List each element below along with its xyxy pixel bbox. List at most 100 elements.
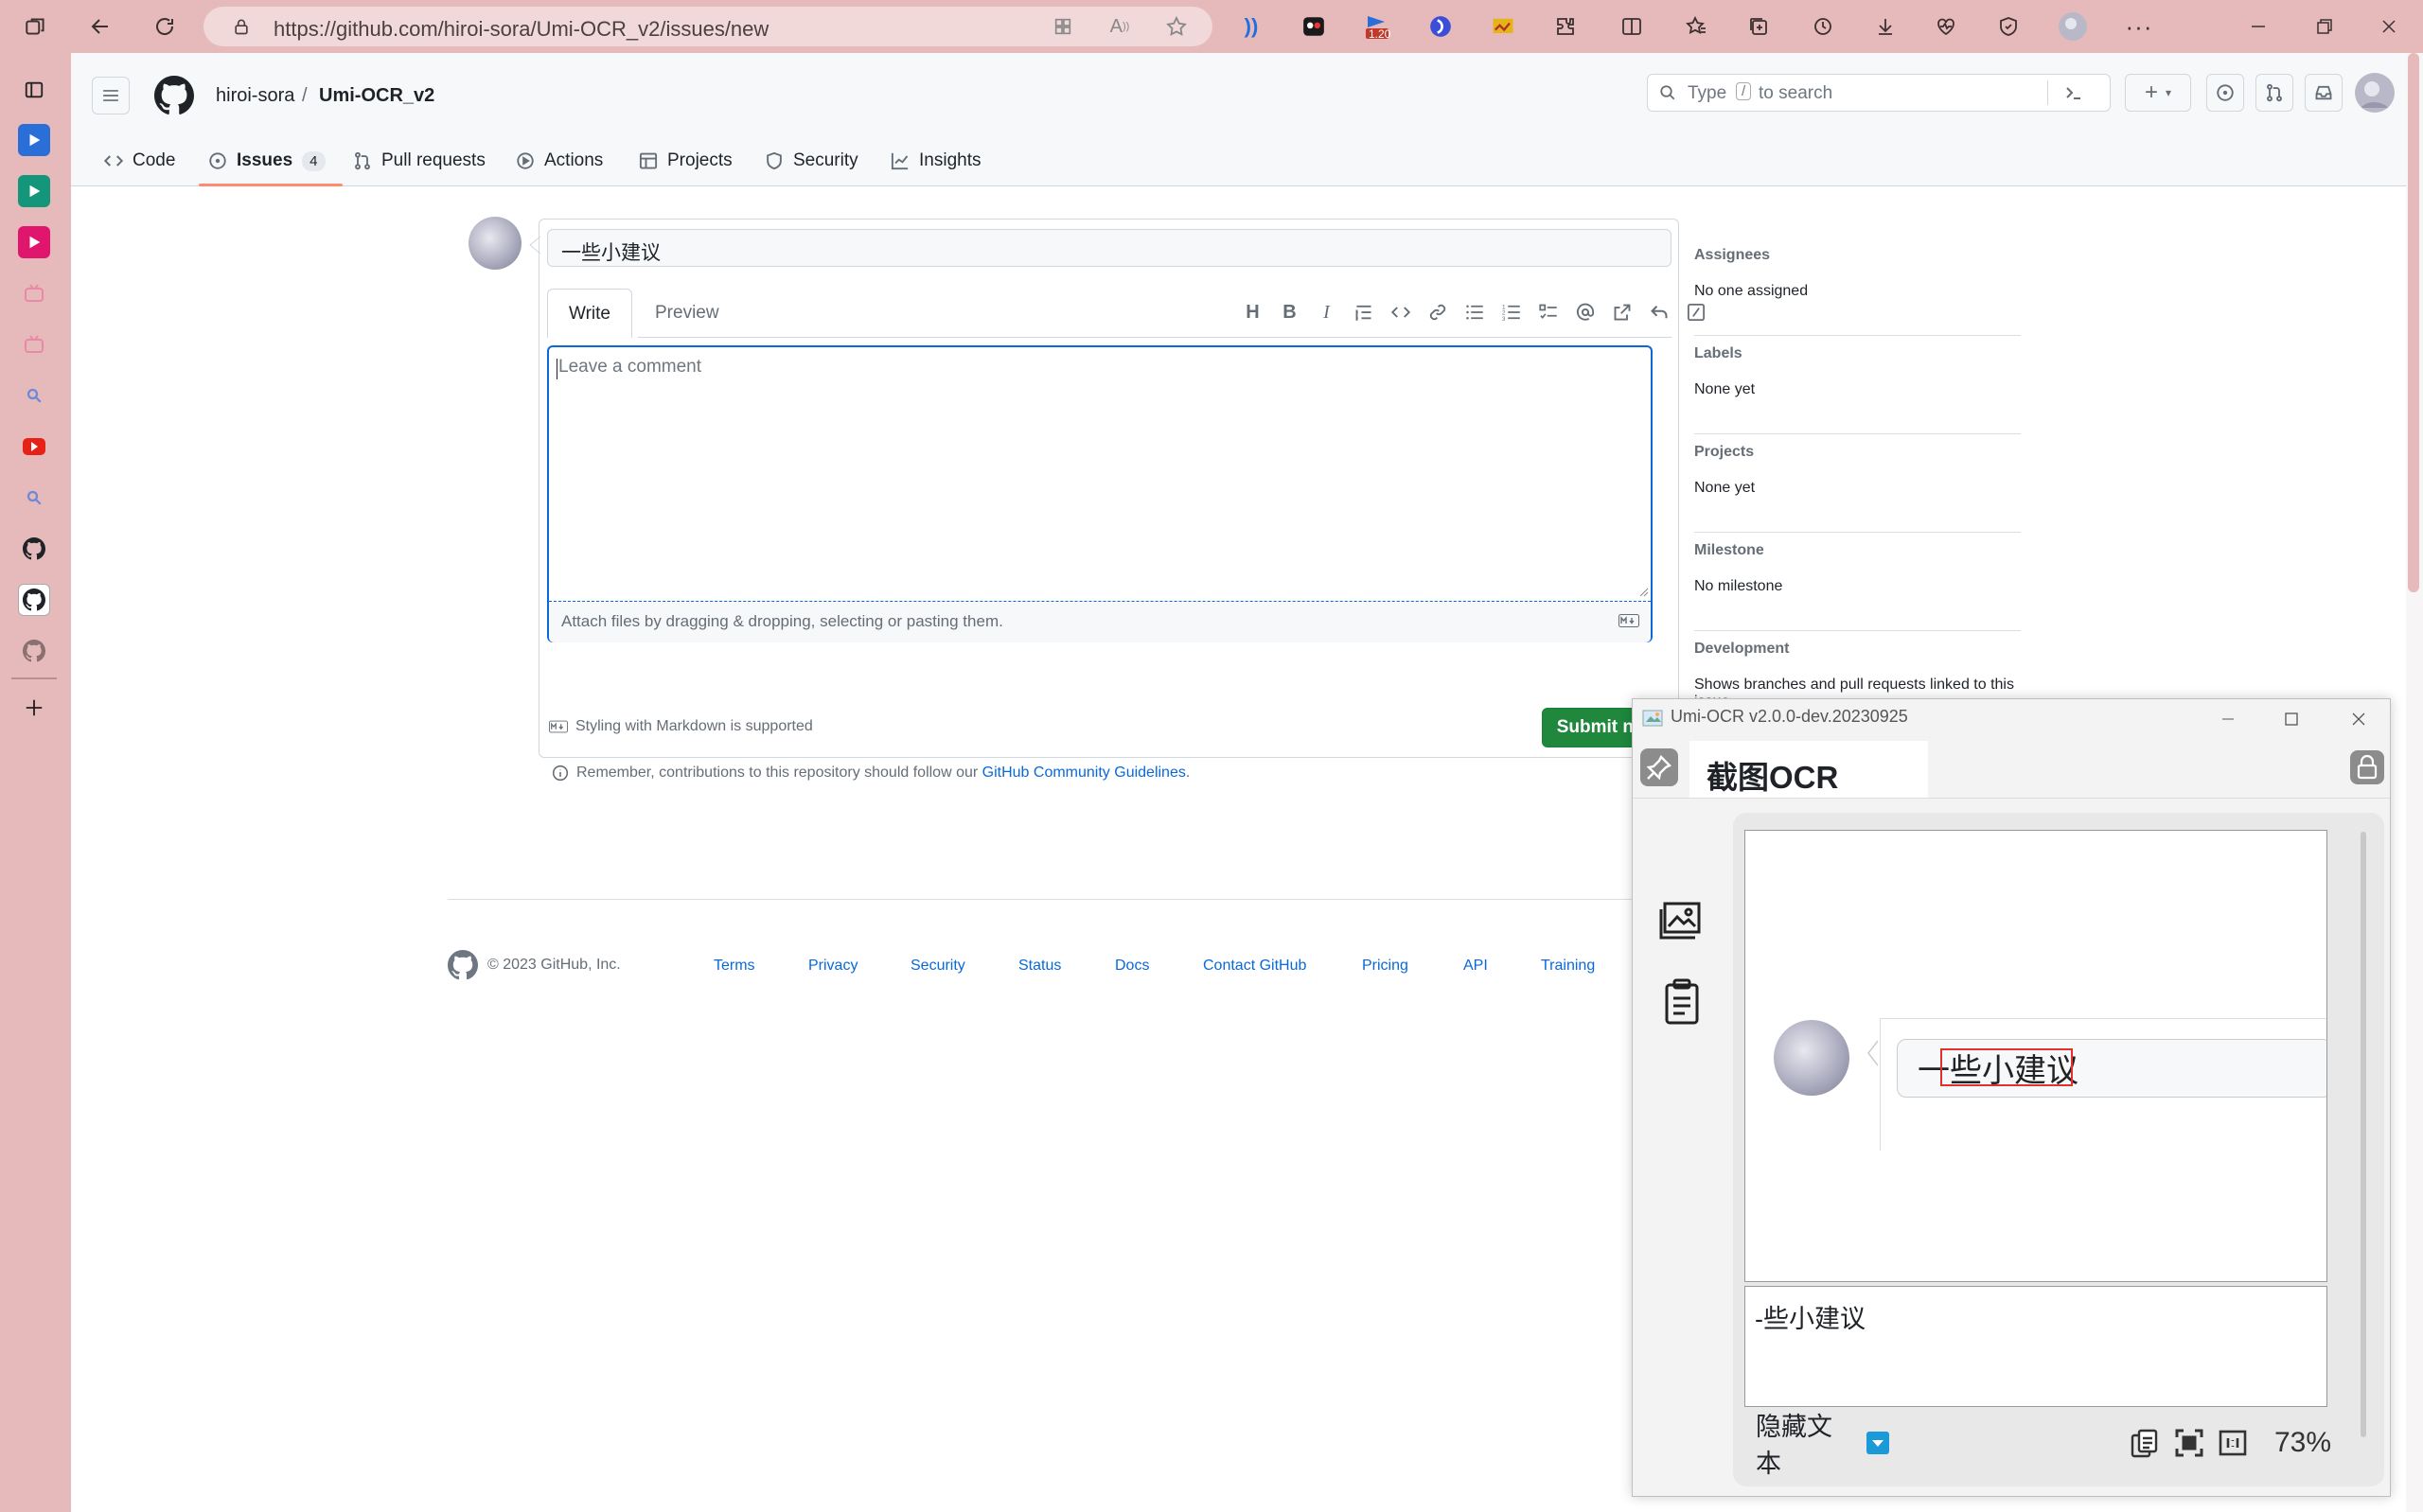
tab-pull-requests[interactable]: Pull requests	[353, 142, 486, 180]
page-scroll-strip[interactable]	[2406, 53, 2423, 1512]
profile-avatar-icon[interactable]	[2058, 11, 2088, 42]
tab-security[interactable]: Security	[765, 142, 858, 180]
tab-bilibili-icon[interactable]	[18, 277, 50, 309]
unordered-list-icon[interactable]	[1461, 299, 1487, 325]
user-avatar[interactable]	[2354, 72, 2396, 114]
italic-icon[interactable]: I	[1314, 299, 1339, 325]
footer-link-pricing[interactable]: Pricing	[1362, 958, 1408, 975]
address-bar[interactable]: https://github.com/hiroi-sora/Umi-OCR_v2…	[203, 7, 1212, 46]
tab-youtube-icon[interactable]	[18, 431, 50, 463]
minimize-icon[interactable]	[2243, 11, 2273, 42]
umi-close-icon[interactable]	[2344, 705, 2373, 733]
scrollbar-thumb[interactable]	[2408, 53, 2419, 592]
umi-maximize-icon[interactable]	[2277, 705, 2306, 733]
tab-projects[interactable]: Projects	[639, 142, 733, 180]
github-logo-icon[interactable]	[154, 76, 194, 115]
footer-link-contact[interactable]: Contact GitHub	[1203, 958, 1306, 975]
quote-icon[interactable]	[1351, 299, 1376, 325]
umi-scrollbar[interactable]	[2361, 832, 2366, 1437]
umi-minimize-icon[interactable]	[2214, 705, 2242, 733]
footer-link-terms[interactable]: Terms	[714, 958, 755, 975]
browser-essentials-icon[interactable]	[1993, 11, 2024, 42]
assignees-section[interactable]: Assignees No one assigned	[1694, 237, 2021, 336]
github-footer-logo-icon[interactable]	[448, 950, 478, 980]
task-list-icon[interactable]	[1535, 299, 1561, 325]
tab-preview[interactable]: Preview	[634, 289, 740, 338]
tab-video-green-icon[interactable]	[18, 175, 50, 207]
attach-files-area[interactable]: Attach files by dragging & dropping, sel…	[549, 601, 1651, 642]
refresh-icon[interactable]	[150, 11, 180, 42]
code-brackets-icon[interactable]	[1388, 299, 1413, 325]
new-tab-plus-icon[interactable]	[18, 692, 50, 724]
close-window-icon[interactable]	[2374, 11, 2404, 42]
extension-puzzle-yellow-icon[interactable]	[1488, 11, 1518, 42]
tab-github-active-icon[interactable]	[18, 584, 50, 616]
repo-name-link[interactable]: Umi-OCR_v2	[319, 85, 434, 107]
original-size-icon[interactable]	[2218, 1428, 2248, 1458]
search-input[interactable]: Type / to search	[1647, 74, 2111, 112]
inbox-icon[interactable]	[2305, 74, 2343, 112]
back-icon[interactable]	[85, 11, 115, 42]
heading-icon[interactable]: H	[1240, 299, 1265, 325]
extensions-icon[interactable]	[1550, 11, 1581, 42]
tab-issues[interactable]: Issues 4	[199, 142, 342, 186]
footer-link-privacy[interactable]: Privacy	[808, 958, 858, 975]
mention-icon[interactable]	[1572, 299, 1598, 325]
split-screen-icon[interactable]	[1617, 11, 1647, 42]
footer-link-api[interactable]: API	[1463, 958, 1488, 975]
hamburger-menu-button[interactable]	[92, 77, 130, 114]
tab-github-3-icon[interactable]	[18, 635, 50, 667]
history-icon[interactable]	[1808, 11, 1838, 42]
umi-screenshot-icon[interactable]	[1659, 900, 1705, 941]
issues-shortcut-icon[interactable]	[2206, 74, 2244, 112]
tab-insights[interactable]: Insights	[891, 142, 981, 180]
cross-reference-icon[interactable]	[1609, 299, 1635, 325]
umi-screenshot-preview[interactable]: 一些小建议	[1744, 830, 2327, 1282]
app-available-icon[interactable]	[1048, 11, 1078, 42]
command-palette-icon[interactable]	[2064, 84, 2083, 101]
create-new-button[interactable]: + ▾	[2125, 74, 2191, 112]
url-text[interactable]: https://github.com/hiroi-sora/Umi-OCR_v2…	[274, 17, 769, 42]
collections-icon[interactable]	[1743, 11, 1774, 42]
tab-code[interactable]: Code	[104, 142, 175, 180]
labels-section[interactable]: Labels None yet	[1694, 336, 2021, 434]
footer-link-docs[interactable]: Docs	[1115, 958, 1149, 975]
tab-bilibili-2-icon[interactable]	[18, 328, 50, 360]
hide-text-checkbox[interactable]	[1866, 1431, 1890, 1455]
bold-icon[interactable]: B	[1277, 299, 1302, 325]
tab-video-pink-icon[interactable]	[18, 226, 50, 258]
extension-dots-icon[interactable]	[1299, 11, 1329, 42]
umi-pin-button[interactable]	[1640, 748, 1678, 786]
issue-title-input[interactable]: 一些小建议	[547, 229, 1671, 267]
more-menu-icon[interactable]: ···	[2124, 11, 2154, 42]
projects-section[interactable]: Projects None yet	[1694, 434, 2021, 533]
milestone-section[interactable]: Milestone No milestone	[1694, 533, 2021, 631]
markdown-supported-note[interactable]: Styling with Markdown is supported	[549, 718, 813, 735]
fit-screenshot-icon[interactable]	[2174, 1428, 2204, 1458]
resize-handle-icon[interactable]	[1639, 588, 1649, 597]
extension-wave-icon[interactable]: ))	[1236, 11, 1266, 42]
umi-clipboard-icon[interactable]	[1659, 977, 1705, 1027]
lock-icon[interactable]	[226, 11, 256, 42]
tab-actions-icon[interactable]	[18, 74, 50, 106]
performance-icon[interactable]	[1931, 11, 1961, 42]
umi-lock-icon[interactable]	[2348, 748, 2386, 786]
copy-result-icon[interactable]	[2129, 1427, 2161, 1459]
extension-circle-icon[interactable]	[1425, 11, 1456, 42]
tab-github-icon[interactable]	[18, 533, 50, 565]
link-icon[interactable]	[1424, 299, 1450, 325]
workspaces-icon[interactable]	[21, 11, 51, 42]
comment-textarea[interactable]: Leave a comment Attach files by dragging…	[547, 345, 1653, 642]
tab-search-2-icon[interactable]	[18, 482, 50, 514]
footer-link-status[interactable]: Status	[1018, 958, 1061, 975]
tab-actions[interactable]: Actions	[516, 142, 603, 180]
favorite-star-icon[interactable]	[1161, 11, 1192, 42]
footer-link-training[interactable]: Training	[1541, 958, 1595, 975]
umi-tab-screenshot-ocr[interactable]: 截图OCR	[1689, 741, 1928, 798]
repo-owner-link[interactable]: hiroi-sora	[216, 85, 294, 107]
extension-flag-icon[interactable]: 1.20	[1361, 11, 1391, 42]
restore-icon[interactable]	[2309, 11, 2340, 42]
read-aloud-icon[interactable]: A))	[1105, 11, 1135, 42]
favorites-icon[interactable]	[1681, 11, 1711, 42]
pull-requests-shortcut-icon[interactable]	[2255, 74, 2293, 112]
